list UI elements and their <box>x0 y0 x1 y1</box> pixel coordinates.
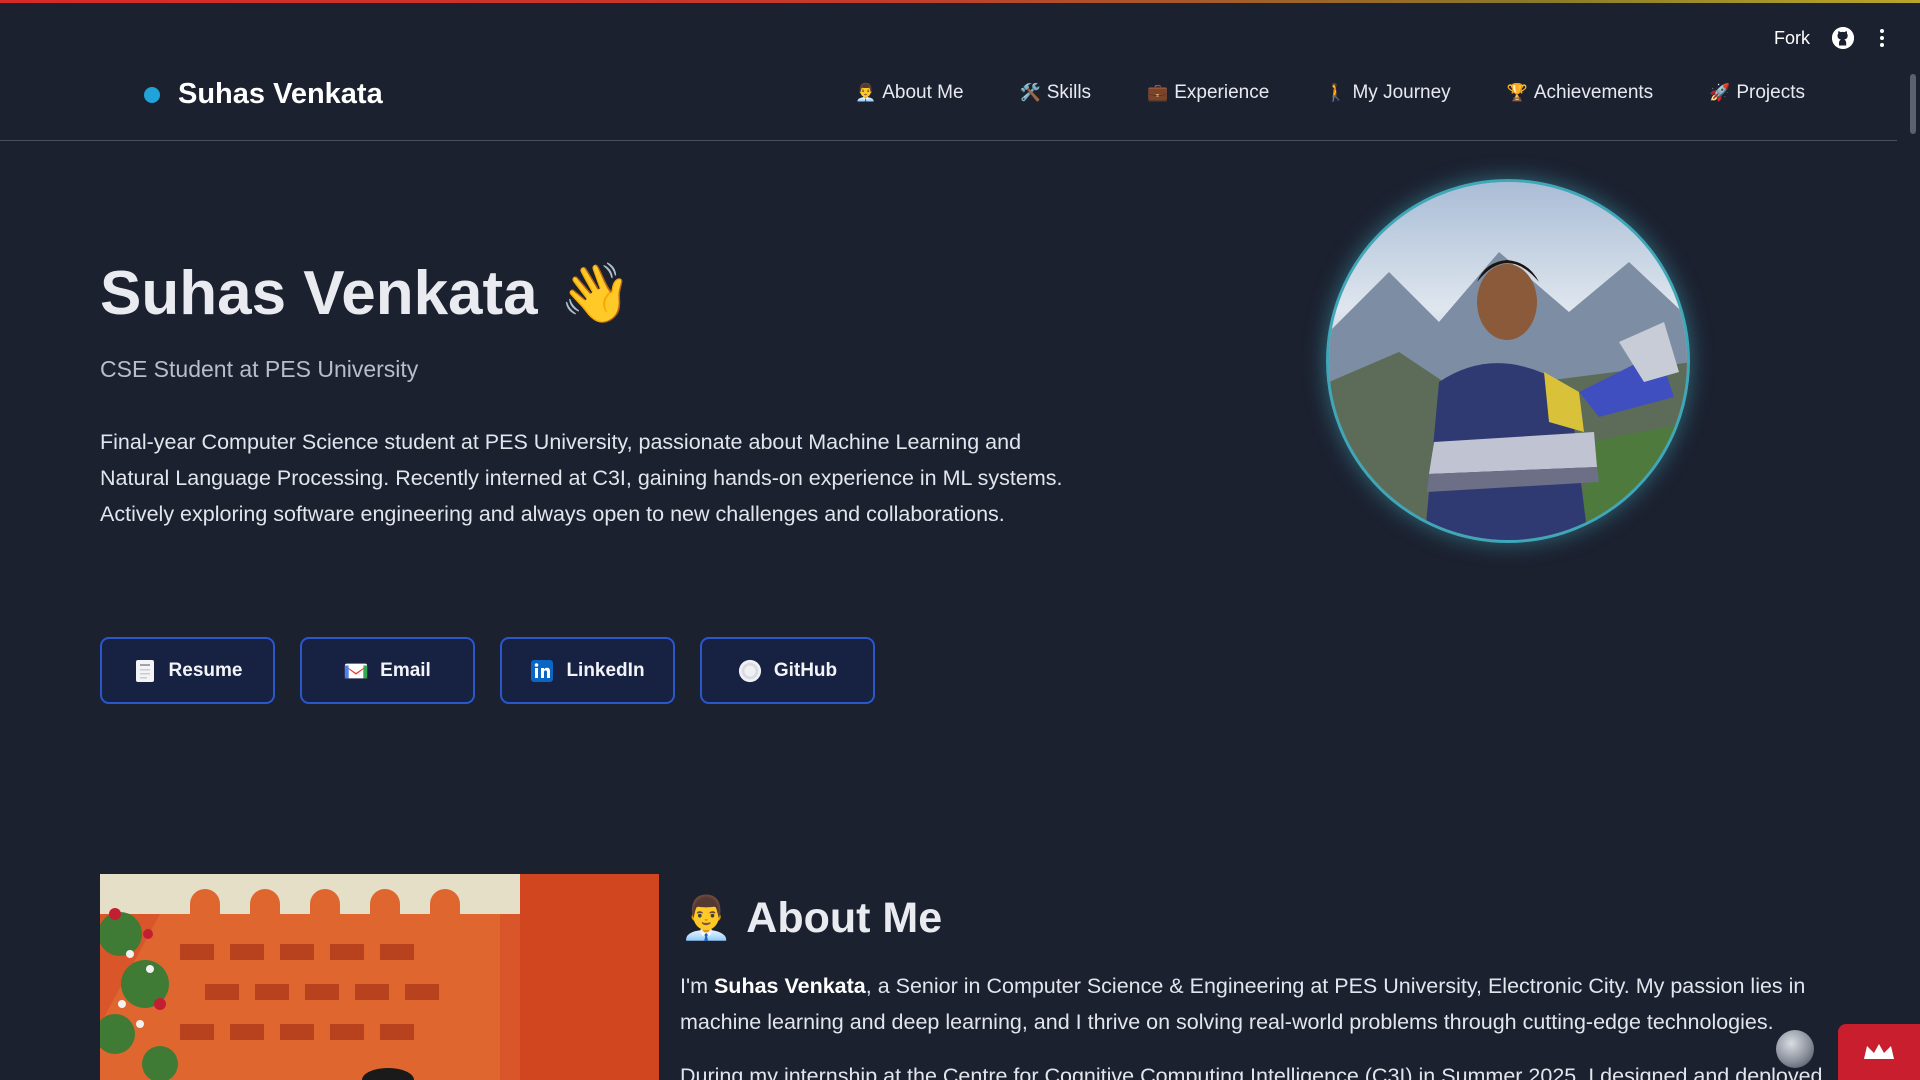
resume-button[interactable]: Resume <box>100 637 275 704</box>
nav-item-label: Projects <box>1736 82 1805 103</box>
about-p1-name: Suhas Venkata <box>713 974 866 998</box>
navbar: Suhas Venkata 👨‍💼 About Me 🛠️ Skills 💼 E… <box>0 70 1897 141</box>
briefcase-icon: 💼 <box>1147 83 1169 102</box>
person-icon: 👨‍💼 <box>680 894 733 941</box>
email-button[interactable]: Email <box>300 637 475 704</box>
hero-buttons: Resume Email LinkedIn GitHub <box>100 637 875 704</box>
crown-badge[interactable] <box>1838 1024 1920 1080</box>
github-icon <box>738 659 762 683</box>
nav-item-skills[interactable]: 🛠️ Skills <box>1020 82 1092 104</box>
nav-item-label: Experience <box>1174 82 1270 103</box>
linkedin-button[interactable]: LinkedIn <box>500 637 675 704</box>
about-heading-text: About Me <box>746 894 943 942</box>
nav-item-label: About Me <box>882 82 964 103</box>
document-icon <box>133 659 157 683</box>
nav-item-label: Achievements <box>1533 82 1654 103</box>
hero-name: Suhas Venkata <box>100 259 538 328</box>
chat-avatar[interactable] <box>1776 1030 1814 1068</box>
nav-item-label: Skills <box>1046 82 1092 103</box>
brand-dot <box>144 86 160 103</box>
nav-links: 👨‍💼 About Me 🛠️ Skills 💼 Experience 🚶 My… <box>855 82 1805 104</box>
email-label: Email <box>380 659 431 681</box>
fork-button[interactable]: Fork <box>1774 28 1810 49</box>
hero-description: Final-year Computer Science student at P… <box>100 430 1063 526</box>
waving-hand-icon: 👋 <box>559 260 632 326</box>
trophy-icon: 🏆 <box>1506 83 1528 102</box>
github-button[interactable]: GitHub <box>700 637 875 704</box>
tools-icon: 🛠️ <box>1019 83 1041 102</box>
brand[interactable]: Suhas Venkata <box>144 78 383 111</box>
hero-title: Suhas Venkata 👋 <box>100 258 632 329</box>
walking-person-icon: 🚶 <box>1325 83 1347 102</box>
about-photo <box>100 874 659 1080</box>
app-toolbar: Fork <box>1774 22 1888 54</box>
person-icon: 👨‍💼 <box>855 83 877 102</box>
linkedin-icon <box>530 659 554 683</box>
nav-item-projects[interactable]: 🚀 Projects <box>1709 82 1805 104</box>
nav-item-my-journey[interactable]: 🚶 My Journey <box>1325 82 1450 104</box>
kebab-menu-icon[interactable] <box>1876 29 1888 47</box>
about-p1-prefix: I'm <box>680 974 714 998</box>
rocket-icon: 🚀 <box>1709 83 1731 102</box>
github-label: GitHub <box>773 659 838 681</box>
resume-label: Resume <box>168 659 243 681</box>
github-icon[interactable] <box>1832 27 1854 49</box>
about-heading: 👨‍💼 About Me <box>680 894 942 943</box>
gmail-icon <box>344 659 368 683</box>
linkedin-label: LinkedIn <box>566 659 645 681</box>
nav-item-about-me[interactable]: 👨‍💼 About Me <box>855 82 964 104</box>
nav-item-label: My Journey <box>1352 82 1451 103</box>
top-accent-bar <box>0 0 1920 3</box>
about-paragraph-1: I'm Suhas Venkata, a Senior in Computer … <box>680 968 1830 1040</box>
scrollbar-thumb[interactable] <box>1910 74 1916 134</box>
about-paragraph-2: During my internship at the Centre for C… <box>680 1064 1823 1080</box>
brand-name: Suhas Venkata <box>178 78 383 110</box>
crown-icon <box>1864 1044 1894 1059</box>
nav-item-experience[interactable]: 💼 Experience <box>1147 82 1269 104</box>
profile-photo <box>1326 179 1690 543</box>
hero-subtitle: CSE Student at PES University <box>100 356 419 382</box>
nav-item-achievements[interactable]: 🏆 Achievements <box>1507 82 1654 104</box>
